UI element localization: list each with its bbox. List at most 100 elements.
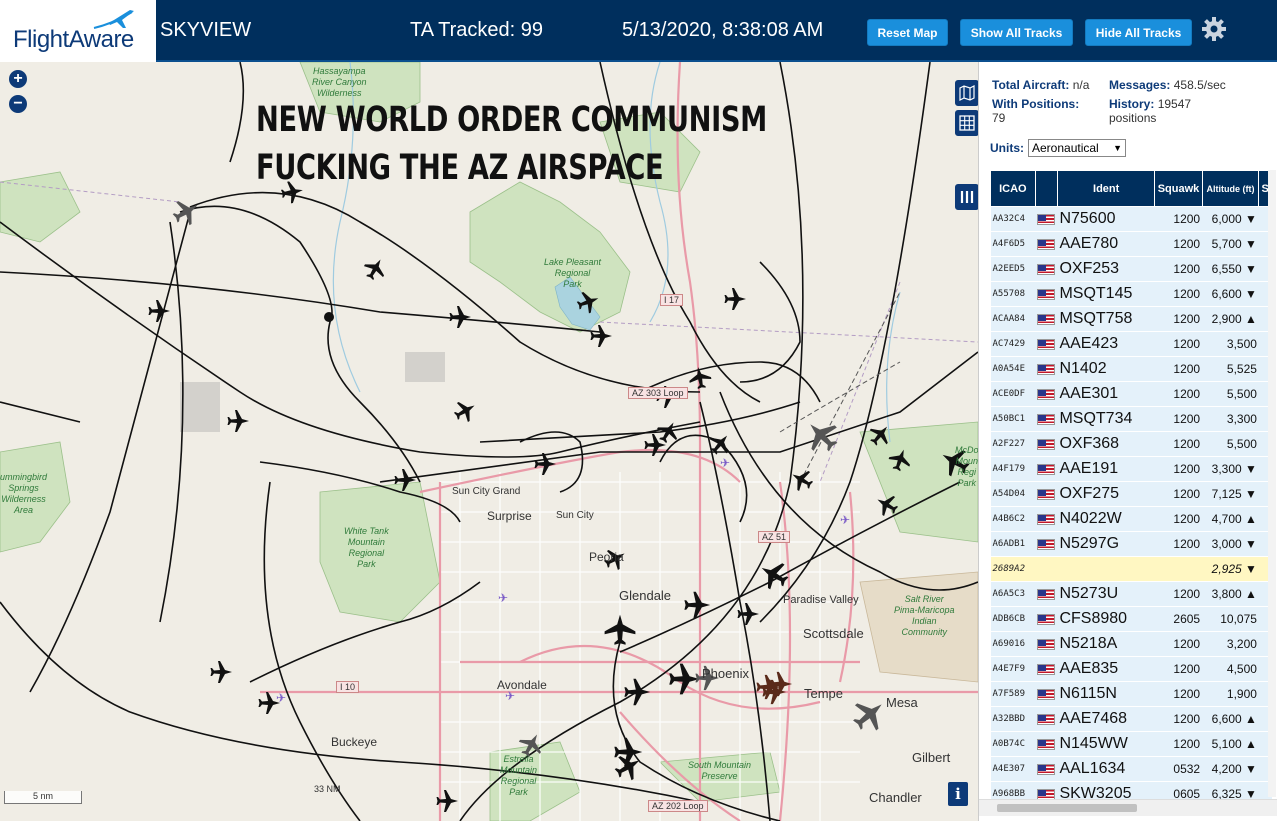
aircraft-icon[interactable] [148, 300, 171, 322]
col-squawk[interactable]: Squawk [1154, 170, 1203, 207]
info-button[interactable]: i [948, 782, 968, 806]
units-select[interactable]: Aeronautical ▼ [1028, 139, 1126, 157]
table-row[interactable]: A0B74C N145WW 1200 5,100 ▲ [990, 731, 1272, 757]
table-row[interactable]: A2F227 OXF368 1200 5,500 [990, 431, 1272, 457]
aircraft-icon[interactable] [864, 419, 896, 451]
col-flag[interactable] [1034, 170, 1058, 207]
show-all-tracks-button[interactable]: Show All Tracks [960, 19, 1073, 46]
grid-toggle-button[interactable] [955, 110, 978, 136]
us-flag-icon [1037, 464, 1056, 476]
cell-altitude: 6,550 ▼ [1202, 256, 1259, 282]
zoom-in-button[interactable]: + [9, 70, 27, 88]
col-icao[interactable]: ICAO [990, 170, 1036, 207]
aircraft-icon[interactable] [590, 325, 613, 347]
cell-altitude: 4,700 ▲ [1202, 506, 1259, 532]
cell-icao: ACAA84 [990, 306, 1036, 332]
aircraft-icon[interactable] [669, 663, 700, 695]
table-row[interactable]: A50BC1 MSQT734 1200 3,300 [990, 406, 1272, 432]
cell-flag [1035, 356, 1058, 382]
horizontal-scrollbar[interactable] [979, 799, 1277, 816]
cell-altitude: 3,300 ▼ [1202, 456, 1259, 482]
cell-flag [1035, 756, 1058, 782]
us-flag-icon [1037, 739, 1056, 751]
table-row[interactable]: A6A5C3 N5273U 1200 3,800 ▲ [990, 581, 1272, 607]
aircraft-icon[interactable] [449, 306, 472, 328]
map-layers-button[interactable] [955, 80, 978, 106]
table-row[interactable]: ACE0DF AAE301 1200 5,500 [990, 381, 1272, 407]
table-row[interactable]: A4F179 AAE191 1200 3,300 ▼ [990, 456, 1272, 482]
chevron-down-icon: ▼ [1113, 143, 1122, 153]
grid-icon [959, 115, 975, 131]
road-i17: I 17 [660, 294, 684, 306]
cell-icao: A4E307 [990, 756, 1036, 782]
aircraft-icon[interactable] [754, 555, 793, 595]
table-row[interactable]: A54D04 OXF275 1200 7,125 ▼ [990, 481, 1272, 507]
columns-icon [960, 191, 974, 203]
table-row[interactable]: ADB6CB CFS8980 2605 10,075 [990, 606, 1272, 632]
cell-icao: AA32C4 [990, 206, 1036, 232]
aircraft-icon[interactable] [684, 591, 711, 619]
col-ident[interactable]: Ident [1056, 170, 1156, 207]
table-row[interactable]: A4B6C2 N4022W 1200 4,700 ▲ [990, 506, 1272, 532]
aircraft-icon[interactable] [210, 661, 233, 683]
logo[interactable]: FlightAware [0, 0, 156, 62]
aircraft-icon[interactable] [871, 489, 902, 520]
hide-all-tracks-button[interactable]: Hide All Tracks [1085, 19, 1192, 46]
park-label-salt-river: Salt River Pima-Maricopa Indian Community [894, 594, 955, 637]
aircraft-icon[interactable] [798, 412, 845, 459]
table-row[interactable]: A32BBD AAE7468 1200 6,600 ▲ [990, 706, 1272, 732]
table-row[interactable]: AA32C4 N75600 1200 6,000 ▼ [990, 206, 1272, 232]
aircraft-icon[interactable] [724, 288, 747, 310]
cell-flag [1035, 331, 1058, 357]
cell-squawk: 1200 [1154, 381, 1203, 407]
aircraft-icon[interactable] [168, 193, 205, 230]
gear-icon[interactable] [1201, 16, 1227, 42]
stat-with-positions-value: 79 [992, 111, 1006, 125]
aircraft-icon[interactable] [574, 287, 603, 316]
aircraft-icon[interactable] [644, 434, 667, 456]
column-toggle-button[interactable] [955, 184, 978, 210]
table-row[interactable]: A4E7F9 AAE835 1200 4,500 [990, 656, 1272, 682]
aircraft-icon[interactable] [624, 678, 651, 706]
table-row[interactable]: A55708 MSQT145 1200 6,600 ▼ [990, 281, 1272, 307]
aircraft-icon[interactable] [360, 253, 391, 284]
aircraft-icon[interactable] [227, 410, 250, 432]
aircraft-icon[interactable] [704, 428, 736, 460]
aircraft-icon[interactable] [886, 445, 915, 474]
table-row[interactable]: AC7429 AAE423 1200 3,500 [990, 331, 1272, 357]
table-row[interactable]: A7F589 N6115N 1200 1,900 [990, 681, 1272, 707]
vertical-scrollbar[interactable] [1268, 170, 1276, 797]
aircraft-icon[interactable] [436, 790, 459, 812]
place-buckeye: Buckeye [331, 735, 378, 749]
reset-map-button[interactable]: Reset Map [867, 19, 948, 46]
col-altitude[interactable]: Altitude (ft) [1201, 170, 1260, 207]
table-row[interactable]: ACAA84 MSQT758 1200 2,900 ▲ [990, 306, 1272, 332]
table-row[interactable]: 2689A2 2,925 ▼ [990, 556, 1272, 582]
aircraft-icon[interactable] [737, 603, 760, 625]
cell-squawk: 1200 [1154, 356, 1203, 382]
cell-squawk: 1200 [1154, 581, 1203, 607]
cell-ident: OXF368 [1057, 431, 1155, 457]
stat-messages: Messages: 458.5/sec [1109, 78, 1226, 92]
aircraft-icon[interactable] [394, 469, 417, 491]
aircraft-icon[interactable] [786, 464, 817, 495]
table-row[interactable]: A4F6D5 AAE780 1200 5,700 ▼ [990, 231, 1272, 257]
aircraft-icon[interactable] [534, 453, 557, 475]
table-row[interactable]: A2EED5 OXF253 1200 6,550 ▼ [990, 256, 1272, 282]
table-row[interactable]: A6ADB1 N5297G 1200 3,000 ▼ [990, 531, 1272, 557]
aircraft-icon[interactable] [450, 395, 481, 426]
cell-ident: AAE780 [1057, 231, 1155, 257]
aircraft-icon[interactable] [258, 692, 281, 714]
aircraft-icon[interactable] [604, 614, 636, 645]
place-surprise: Surprise [487, 509, 532, 523]
scrollbar-thumb[interactable] [997, 804, 1137, 812]
map-view[interactable]: ✈ ✈ ✈ ✈ ✈ Hassayampa River Canyon Wilder… [0, 62, 978, 821]
cell-ident: N75600 [1057, 206, 1155, 232]
aircraft-icon[interactable] [687, 365, 713, 391]
table-row[interactable]: A4E307 AAL1634 0532 4,200 ▼ [990, 756, 1272, 782]
zoom-out-button[interactable]: − [9, 95, 27, 113]
table-row[interactable]: A0A54E N1402 1200 5,525 [990, 356, 1272, 382]
cell-flag [1035, 556, 1058, 582]
table-row[interactable]: A69016 N5218A 1200 3,200 [990, 631, 1272, 657]
cell-squawk: 1200 [1154, 531, 1203, 557]
